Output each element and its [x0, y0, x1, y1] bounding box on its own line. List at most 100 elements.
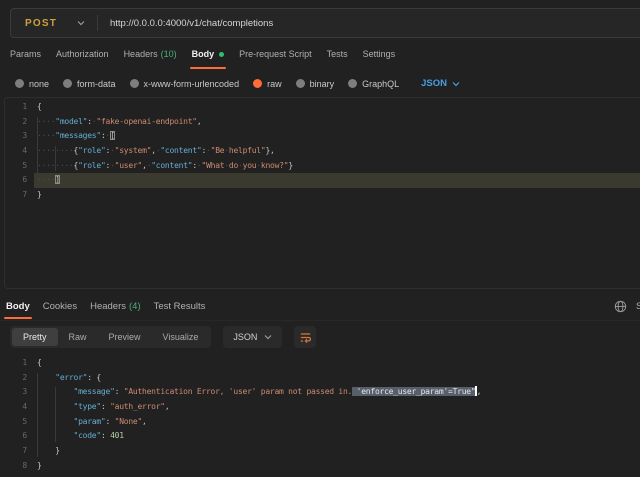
request-body-editor-panel: 1{2····"model":·"fake-openai-endpoint",3… — [4, 97, 640, 289]
code-line: 6 "code": 401 — [0, 429, 640, 444]
code-line-content: } — [34, 188, 640, 203]
json-punctuation: { — [37, 102, 42, 111]
view-raw[interactable]: Raw — [58, 328, 98, 346]
line-number: 4 — [0, 400, 34, 415]
response-language-dropdown[interactable]: JSON — [223, 326, 282, 348]
response-tab-cookies-label: Cookies — [43, 301, 77, 312]
code-line: 7} — [5, 188, 640, 203]
json-punctuation: ,· — [151, 146, 160, 155]
code-line: 5 "param": "None", — [0, 415, 640, 430]
line-number: 8 — [0, 459, 34, 474]
tab-pre-request-script[interactable]: Pre-request Script — [239, 38, 312, 70]
response-tab-headers-label: Headers — [90, 301, 126, 312]
whitespace-dots: · — [224, 146, 229, 155]
json-punctuation: , — [142, 417, 147, 426]
tab-settings-label: Settings — [363, 49, 396, 59]
code-line: 5········{"role":·"user",·"content":·"Wh… — [5, 159, 640, 174]
view-pretty[interactable]: Pretty — [12, 328, 58, 346]
radio-circle-icon — [63, 79, 72, 88]
method-selector[interactable]: POST — [11, 18, 97, 29]
body-type-label: binary — [310, 79, 335, 89]
json-punctuation: :· — [106, 146, 115, 155]
json-key: "code" — [74, 431, 101, 440]
tab-params-label: Params — [10, 49, 41, 59]
json-punctuation: : — [115, 387, 124, 396]
code-line-content: "type": "auth_error", — [34, 400, 640, 415]
line-number: 7 — [0, 444, 34, 459]
response-tab-test-results[interactable]: Test Results — [154, 292, 206, 320]
json-punctuation: :· — [192, 161, 201, 170]
request-language-label: JSON — [421, 78, 447, 89]
code-line-content: ····] — [34, 173, 640, 188]
indent-guide — [37, 373, 38, 457]
json-punctuation: } — [288, 161, 293, 170]
line-number: 4 — [5, 144, 34, 159]
response-tab-body[interactable]: Body — [6, 292, 30, 320]
response-body-editor[interactable]: 1{2 "error": {3 "message": "Authenticati… — [0, 356, 640, 474]
tab-headers[interactable]: Headers(10) — [124, 38, 177, 70]
body-type-radio-raw[interactable]: raw — [253, 79, 282, 89]
wrap-text-icon — [299, 331, 312, 344]
request-language-dropdown[interactable]: JSON — [421, 78, 460, 89]
body-type-row: none form-data x-www-form-urlencoded raw bin… — [0, 70, 640, 97]
json-punctuation: : { — [87, 373, 101, 382]
whitespace-indent: ···· — [37, 117, 55, 126]
json-punctuation: } — [55, 446, 60, 455]
whitespace-dots: · — [256, 161, 261, 170]
url-input[interactable]: http://0.0.0.0:4000/v1/chat/completions — [110, 18, 273, 29]
view-preview[interactable]: Preview — [98, 328, 152, 346]
body-type-radio-binary[interactable]: binary — [296, 79, 335, 89]
json-punctuation: : — [101, 402, 110, 411]
body-type-radio-form-data[interactable]: form-data — [63, 79, 116, 89]
tab-body[interactable]: Body — [192, 38, 225, 70]
json-punctuation: , — [477, 387, 482, 396]
response-tab-cookies[interactable]: Cookies — [43, 292, 77, 320]
tab-settings[interactable]: Settings — [363, 38, 396, 70]
tab-headers-label: Headers — [124, 49, 158, 59]
json-punctuation: { — [37, 358, 42, 367]
view-visualize[interactable]: Visualize — [152, 328, 210, 346]
json-string: "What·do·you·know?" — [202, 161, 289, 170]
tab-params[interactable]: Params — [10, 38, 41, 70]
body-type-radio-graphql[interactable]: GraphQL — [348, 79, 399, 89]
whitespace-indent: ···· — [37, 175, 55, 184]
json-string: "Be·helpful" — [211, 146, 266, 155]
body-type-radio-none[interactable]: none — [15, 79, 49, 89]
indent-guide — [55, 146, 56, 171]
tab-body-label: Body — [192, 49, 215, 59]
code-line: 2····"model":·"fake-openai-endpoint", — [5, 115, 640, 130]
response-tab-headers[interactable]: Headers(4) — [90, 292, 141, 320]
code-line-content: ········{"role":·"user",·"content":·"Wha… — [34, 159, 640, 174]
matched-bracket: [ — [110, 131, 115, 140]
json-key: "messages" — [55, 131, 101, 140]
selected-text: 'enforce_user_param'=True" — [352, 387, 475, 396]
wrap-text-button[interactable] — [294, 326, 316, 348]
radio-circle-icon — [296, 79, 305, 88]
code-line: 2 "error": { — [0, 371, 640, 386]
json-punctuation: :· — [106, 161, 115, 170]
json-key: "error" — [55, 373, 87, 382]
line-number: 3 — [5, 129, 34, 144]
globe-icon[interactable] — [614, 300, 627, 313]
matched-bracket: ] — [55, 175, 60, 184]
json-key: "role" — [78, 161, 105, 170]
indent-guide — [37, 117, 38, 187]
tab-authorization[interactable]: Authorization — [56, 38, 109, 70]
request-url-bar: POST http://0.0.0.0:4000/v1/chat/complet… — [10, 8, 640, 38]
body-type-label: GraphQL — [362, 79, 399, 89]
body-type-radio-x-www-form-urlencoded[interactable]: x-www-form-urlencoded — [130, 79, 240, 89]
response-tabs: S BodyCookiesHeaders(4)Test Results — [0, 292, 640, 321]
unsaved-changes-dot-icon — [219, 52, 224, 57]
code-line-content: "code": 401 — [34, 429, 640, 444]
code-line-content: "param": "None", — [34, 415, 640, 430]
json-punctuation: :· — [101, 131, 110, 140]
code-line-content: { — [34, 356, 640, 371]
tab-tests[interactable]: Tests — [327, 38, 348, 70]
json-key: "param" — [74, 417, 106, 426]
code-line: 6····] — [5, 173, 640, 188]
whitespace-dots: · — [238, 161, 243, 170]
json-string: "auth_error" — [110, 402, 165, 411]
chevron-down-icon — [264, 334, 272, 340]
request-body-editor[interactable]: 1{2····"model":·"fake-openai-endpoint",3… — [5, 100, 640, 203]
code-line: 4 "type": "auth_error", — [0, 400, 640, 415]
